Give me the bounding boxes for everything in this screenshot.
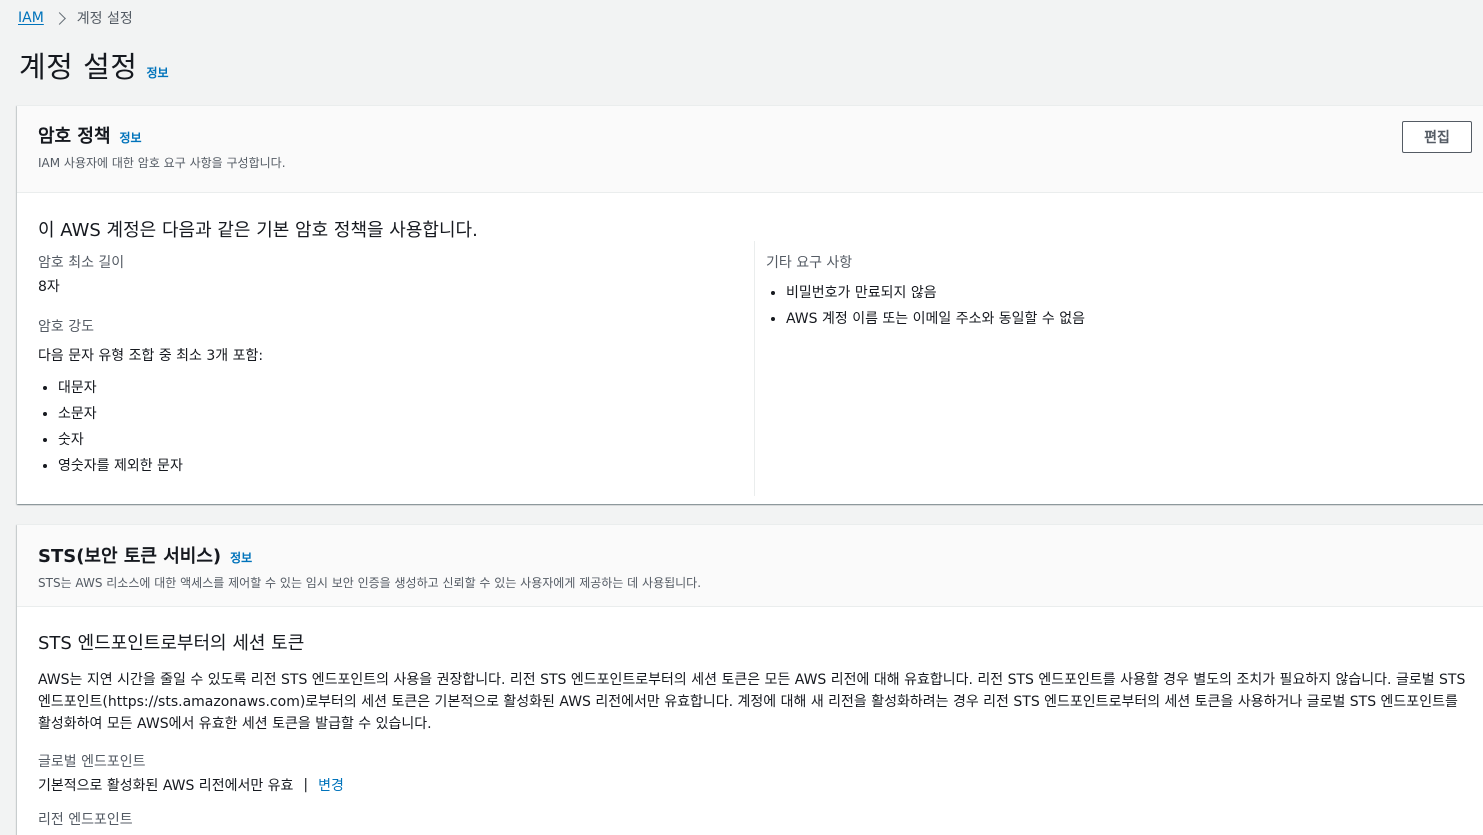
global-endpoint-value: 기본적으로 활성화된 AWS 리전에서만 유효 [38,778,294,794]
chevron-right-icon [52,11,66,25]
page-title: 계정 설정 [19,50,138,84]
regional-endpoint-section: 리전 엔드포인트 [38,809,1476,829]
sts-body: STS 엔드포인트로부터의 세션 토큰 AWS는 지연 시간을 줄일 수 있도록… [17,607,1483,829]
min-length-value: 8자 [38,279,60,295]
sts-info-link[interactable]: 정보 [230,549,252,566]
column-divider [754,241,755,496]
sts-header: STS(보안 토큰 서비스) 정보 STS는 AWS 리소스에 대한 액세스를 … [17,525,1483,607]
password-policy-info-link[interactable]: 정보 [120,129,142,146]
separator: | [303,777,309,793]
strength-list: 대문자 소문자 숫자 영숫자를 제외한 문자 [38,375,738,479]
page-info-link[interactable]: 정보 [146,64,168,81]
list-item: AWS 계정 이름 또는 이메일 주소와 동일할 수 없음 [786,306,1466,332]
password-policy-title: 암호 정책 [38,126,111,147]
min-length-label: 암호 최소 길이 [38,255,125,271]
global-endpoint-value-row: 기본적으로 활성화된 AWS 리전에서만 유효 | 변경 [38,775,1476,795]
password-policy-left-column: 암호 최소 길이 8자 암호 강도 다음 문자 유형 조합 중 최소 3개 포함… [38,252,738,479]
list-item: 비밀번호가 만료되지 않음 [786,280,1466,306]
strength-intro: 다음 문자 유형 조합 중 최소 3개 포함: [38,348,264,364]
edit-button[interactable]: 편집 [1402,121,1472,153]
change-link[interactable]: 변경 [318,775,344,795]
password-policy-panel: 암호 정책 정보 IAM 사용자에 대한 암호 요구 사항을 구성합니다. 편집… [17,105,1483,504]
list-item: 소문자 [58,401,738,427]
sts-title: STS(보안 토큰 서비스) [38,546,222,567]
password-policy-header: 암호 정책 정보 IAM 사용자에 대한 암호 요구 사항을 구성합니다. 편집 [17,106,1483,193]
page-header: 계정 설정 정보 [19,44,169,86]
list-item: 대문자 [58,375,738,401]
global-endpoint-label: 글로벌 엔드포인트 [38,754,146,770]
regional-endpoint-label: 리전 엔드포인트 [38,812,133,828]
list-item: 영숫자를 제외한 문자 [58,453,738,479]
password-policy-heading-wrap: 이 AWS 계정은 다음과 같은 기본 암호 정책을 사용합니다. [38,216,478,242]
breadcrumb-link-iam[interactable]: IAM [18,10,44,26]
password-policy-right-column: 기타 요구 사항 비밀번호가 만료되지 않음 AWS 계정 이름 또는 이메일 … [766,252,1466,332]
sts-description: STS는 AWS 리소스에 대한 액세스를 제어할 수 있는 임시 보안 인증을… [38,576,702,590]
other-requirements-list: 비밀번호가 만료되지 않음 AWS 계정 이름 또는 이메일 주소와 동일할 수… [766,280,1466,332]
list-item: 숫자 [58,427,738,453]
password-policy-description: IAM 사용자에 대한 암호 요구 사항을 구성합니다. [38,156,286,170]
sts-panel: STS(보안 토큰 서비스) 정보 STS는 AWS 리소스에 대한 액세스를 … [17,524,1483,835]
sts-heading: STS 엔드포인트로부터의 세션 토큰 [38,633,305,654]
breadcrumb: IAM 계정 설정 [18,9,133,27]
global-endpoint-section: 글로벌 엔드포인트 기본적으로 활성화된 AWS 리전에서만 유효 | 변경 [38,751,1476,795]
password-policy-heading: 이 AWS 계정은 다음과 같은 기본 암호 정책을 사용합니다. [38,220,478,241]
strength-label: 암호 강도 [38,319,94,335]
breadcrumb-current: 계정 설정 [76,11,133,27]
other-requirements-label: 기타 요구 사항 [766,255,853,271]
sts-paragraph: AWS는 지연 시간을 줄일 수 있도록 리전 STS 엔드포인트의 사용을 권… [38,672,1466,732]
